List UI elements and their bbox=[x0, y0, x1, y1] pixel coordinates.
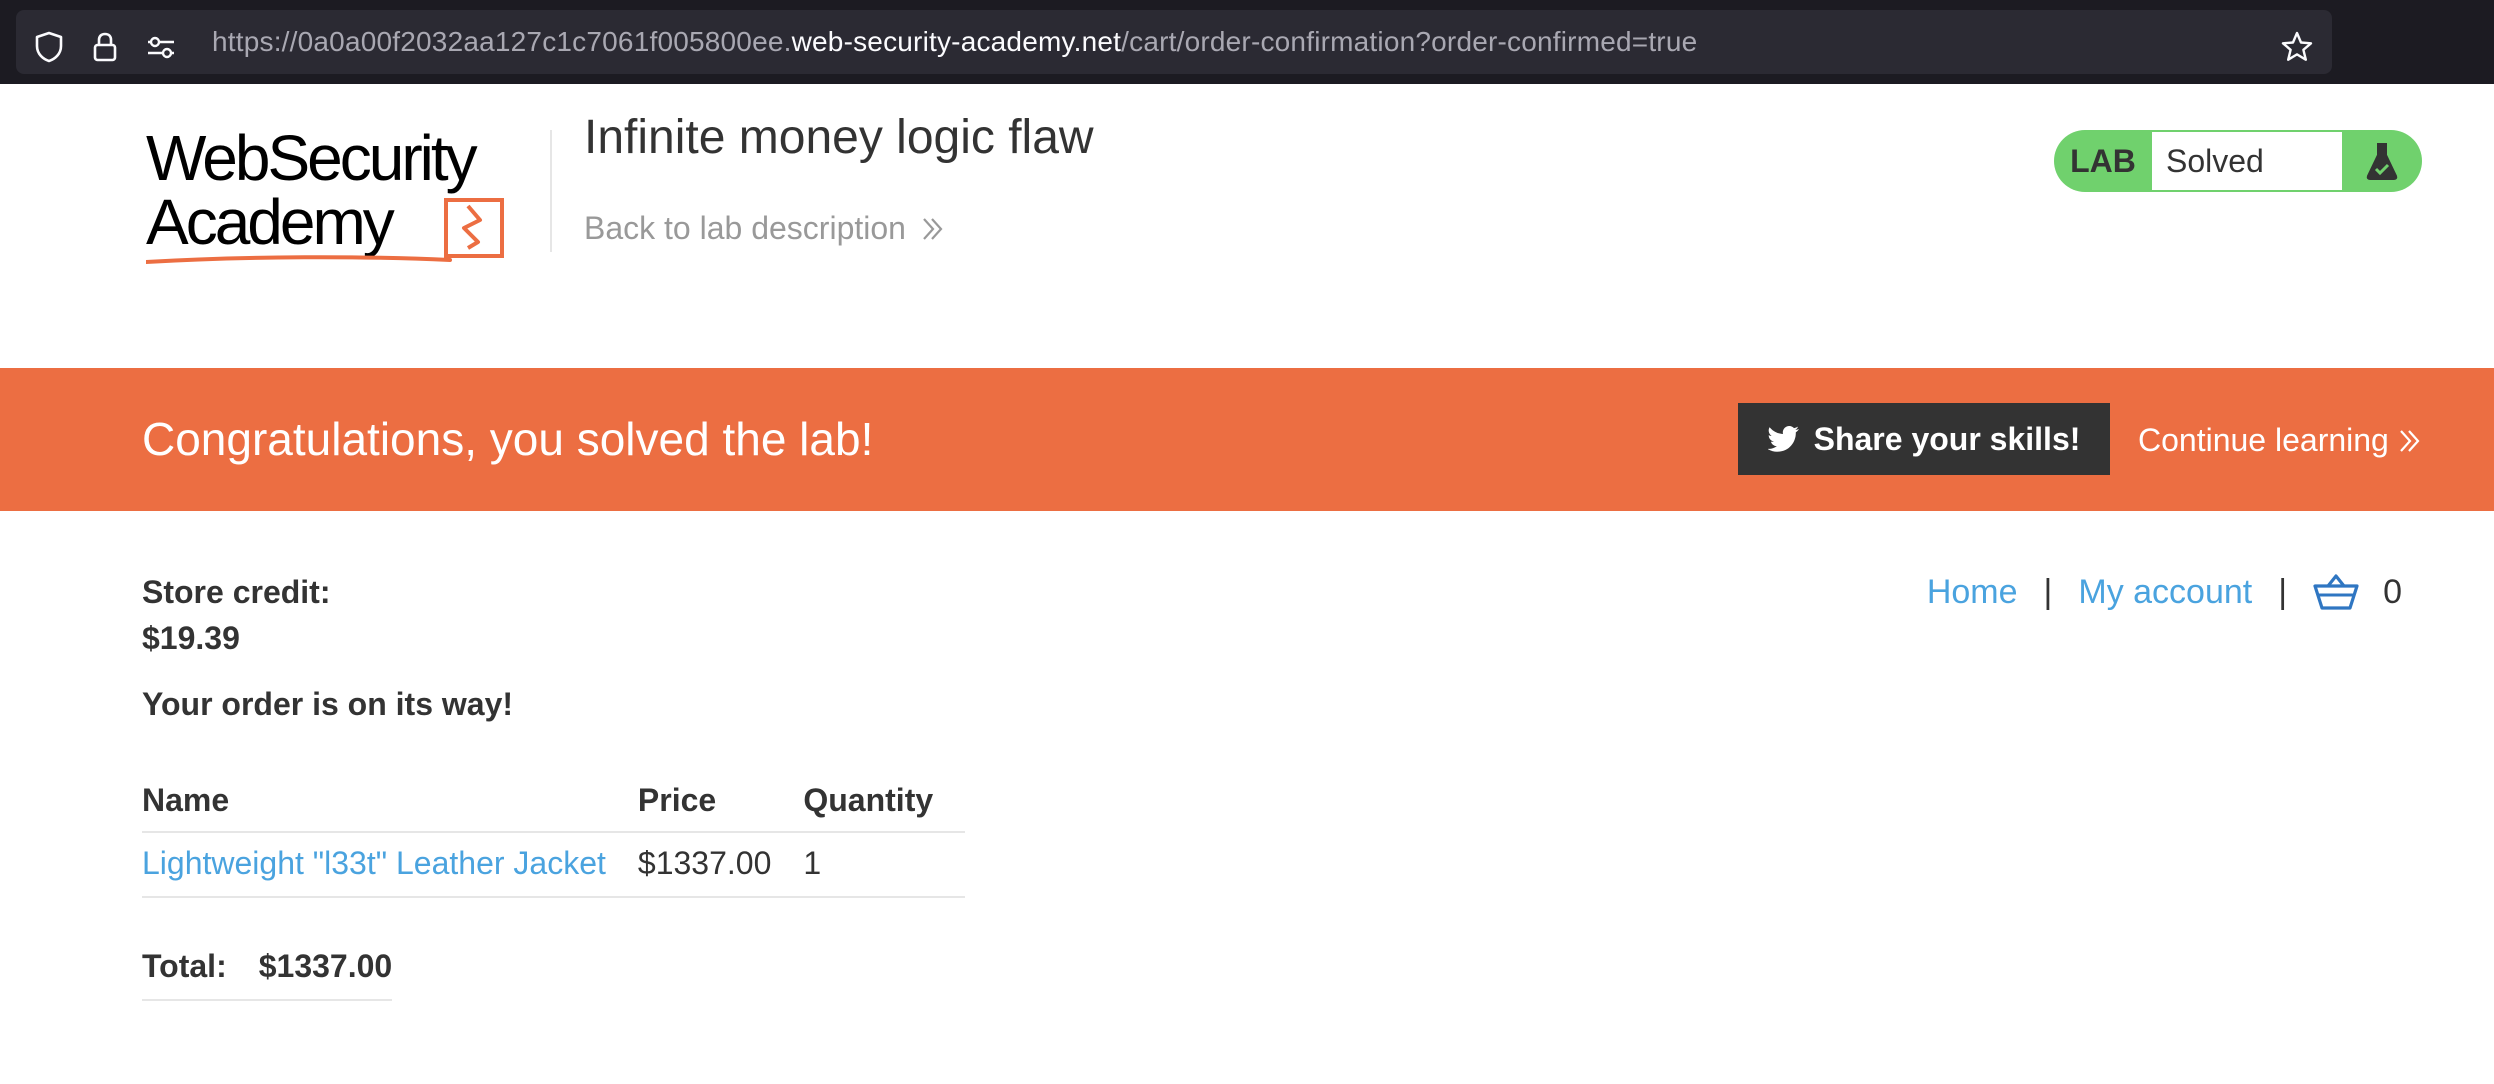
logo-divider bbox=[550, 130, 552, 252]
lab-badge-label: LAB bbox=[2070, 142, 2136, 179]
store-credit-label: Store credit: bbox=[142, 574, 331, 610]
url-path: /cart/order-confirmation?order-confirmed… bbox=[1121, 26, 1698, 57]
nav-separator: | bbox=[2043, 572, 2053, 611]
my-account-link[interactable]: My account bbox=[2078, 573, 2252, 612]
order-total: Total: $1337.00 bbox=[142, 948, 393, 1001]
column-header-price: Price bbox=[637, 782, 717, 818]
web-security-academy-logo[interactable]: WebSecurity Academy bbox=[146, 124, 546, 272]
address-bar[interactable]: https://0a0a00f2032aa127c1c7061f005800ee… bbox=[16, 10, 2332, 74]
congratulations-message: Congratulations, you solved the lab! bbox=[142, 413, 874, 465]
logo-line1: WebSecurity bbox=[146, 124, 478, 194]
table-header-row: Name Price Quantity bbox=[142, 772, 965, 832]
flask-icon bbox=[2342, 130, 2422, 192]
product-name-cell: Lightweight "l33t" Leather Jacket bbox=[142, 831, 638, 898]
back-to-lab-description-link[interactable]: Back to lab description bbox=[584, 210, 946, 247]
share-your-skills-button[interactable]: Share your skills! bbox=[1738, 403, 2110, 475]
total-value: $1337.00 bbox=[258, 948, 393, 984]
home-link[interactable]: Home bbox=[1927, 573, 2018, 612]
continue-learning-label: Continue learning bbox=[2138, 422, 2389, 458]
lab-status-text: Solved bbox=[2152, 132, 2342, 190]
lab-title: Infinite money logic flaw bbox=[584, 111, 1094, 164]
basket-icon[interactable] bbox=[2313, 572, 2359, 612]
store-credit-value: $19.39 bbox=[142, 620, 240, 656]
logo-line2: Academy bbox=[146, 186, 395, 258]
lock-icon[interactable] bbox=[88, 30, 122, 64]
nav-separator: | bbox=[2278, 572, 2288, 611]
url-text[interactable]: https://0a0a00f2032aa127c1c7061f005800ee… bbox=[212, 24, 1697, 60]
twitter-icon bbox=[1767, 426, 1799, 452]
shield-icon[interactable] bbox=[32, 30, 66, 64]
share-button-label: Share your skills! bbox=[1813, 420, 2081, 457]
url-prefix: https://0a0a00f2032aa127c1c7061f005800ee… bbox=[212, 26, 792, 57]
total-label: Total: bbox=[142, 948, 227, 984]
bookmark-star-icon[interactable] bbox=[2280, 30, 2314, 64]
column-header-quantity: Quantity bbox=[803, 782, 934, 818]
order-confirmation-message: Your order is on its way! bbox=[142, 686, 514, 722]
table-row: Lightweight "l33t" Leather Jacket $1337.… bbox=[142, 831, 966, 898]
permissions-icon[interactable] bbox=[144, 30, 178, 64]
cart-count: 0 bbox=[2383, 572, 2402, 611]
back-link-label: Back to lab description bbox=[584, 210, 906, 246]
continue-learning-link[interactable]: Continue learning bbox=[2138, 422, 2423, 459]
top-nav: Home | My account | 0 bbox=[1927, 572, 2402, 612]
lab-status-badge: LAB Solved bbox=[2054, 130, 2422, 192]
product-quantity-cell: 1 bbox=[803, 831, 966, 898]
browser-toolbar: https://0a0a00f2032aa127c1c7061f005800ee… bbox=[0, 0, 2494, 84]
order-table: Name Price Quantity Lightweight "l33t" L… bbox=[142, 772, 966, 898]
product-link[interactable]: Lightweight "l33t" Leather Jacket bbox=[142, 845, 606, 881]
product-price-cell: $1337.00 bbox=[637, 831, 804, 898]
column-header-name: Name bbox=[142, 782, 230, 818]
chevron-double-right-icon bbox=[2400, 429, 2420, 452]
lab-solved-banner: Congratulations, you solved the lab! Sha… bbox=[0, 368, 2494, 511]
url-domain: web-security-academy.net bbox=[791, 26, 1122, 57]
chevron-double-right-icon bbox=[923, 217, 943, 240]
